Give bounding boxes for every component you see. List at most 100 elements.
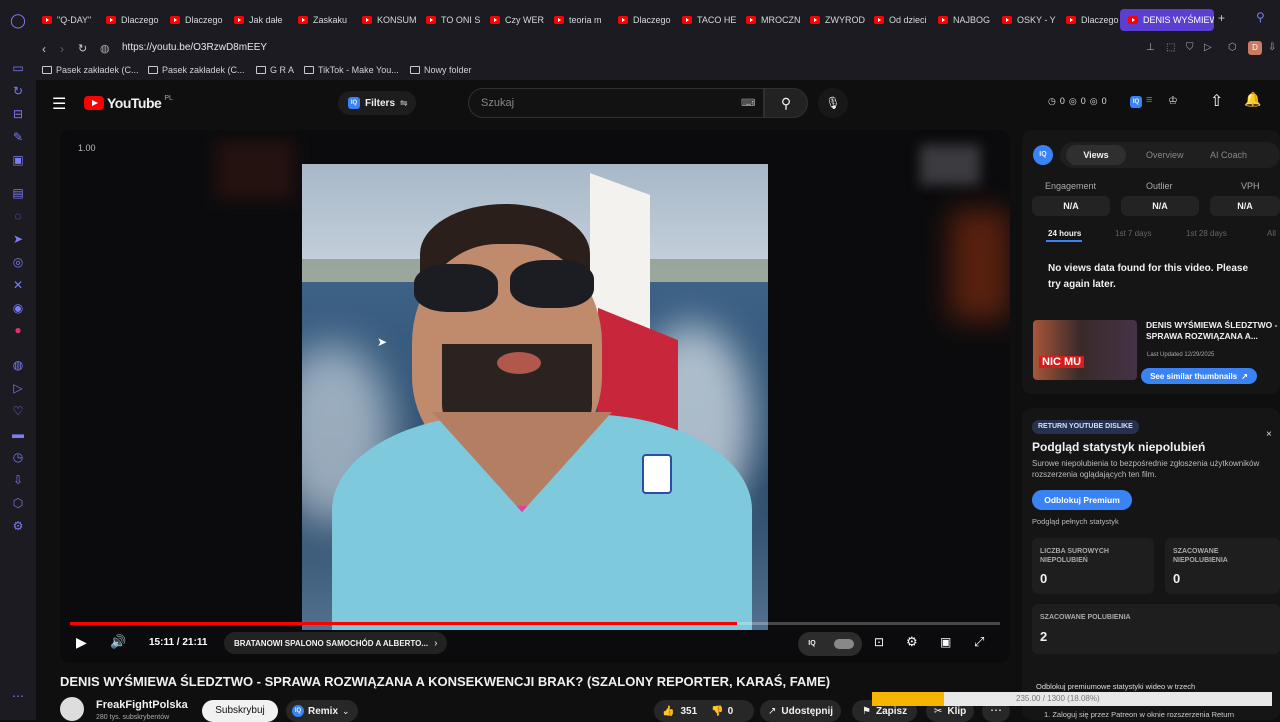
browser-tab[interactable]: ZWYROD [810,9,872,31]
browser-tab[interactable]: Zaskaku [298,9,360,31]
spotify-icon[interactable]: ◍ [10,357,26,373]
browser-tab[interactable]: Dlaczego [170,9,232,31]
upload-icon[interactable]: ⇧ [1210,91,1223,111]
player-icon[interactable]: ▷ [10,380,26,396]
shield-icon[interactable]: ⛉ [1186,42,1194,53]
music-app-icon[interactable]: ● [10,322,26,338]
browser-tab[interactable]: Czy WER [490,9,552,31]
bookmark-item[interactable]: Nowy folder [410,65,472,75]
twitch-icon[interactable]: ▤ [10,185,26,201]
browser-tab[interactable]: OSKY - Y [1002,9,1064,31]
browser-tab[interactable]: Od dzieci [874,9,936,31]
browser-tab[interactable]: KONSUM [362,9,424,31]
wallet-icon[interactable]: ▬ [10,426,26,442]
browser-tab[interactable]: teoria m [554,9,616,31]
autoplay-toggle[interactable] [834,639,854,649]
bookmark-item[interactable]: Pasek zakładek (C... [148,65,245,75]
search-input[interactable]: Szukaj ⌨ [468,88,764,118]
pin-icon[interactable]: ⊥ [1146,42,1155,53]
bookmark-item[interactable]: TikTok - Make You... [304,65,399,75]
range-28d[interactable]: 1st 28 days [1186,229,1227,238]
voice-search-button[interactable]: 🎙 [818,88,848,118]
new-tab-button[interactable]: + [1218,11,1225,25]
bookmark-item[interactable]: G R A [256,65,294,75]
volume-button[interactable]: 🔊 [110,634,126,650]
youtube-logo[interactable]: YouTube PL [84,95,173,111]
messenger-icon[interactable]: ◌ [10,208,26,224]
video-player[interactable]: 1.00 ➤ ▶ 🔊 15:11 / 21:11 BRATANOWI SPALO… [60,130,1010,663]
pencil-icon[interactable]: ✎ [10,129,26,145]
range-7d[interactable]: 1st 7 days [1115,229,1151,238]
filters-button[interactable]: IQ Filters ⇋ [338,91,416,115]
browser-tab[interactable]: Dlaczego [106,9,168,31]
browser-tab[interactable]: TO ONI S [426,9,488,31]
full-stats-link[interactable]: Podgląd pełnych statystyk [1032,517,1119,526]
opera-logo-icon[interactable]: ◯ [10,12,26,28]
discord-icon[interactable]: ◉ [10,300,26,316]
browser-tab[interactable]: Dlaczego [1066,9,1128,31]
vidiq-header-icon[interactable]: IQ [1130,96,1142,108]
menu-icon[interactable]: ☰ [52,94,66,114]
history-icon[interactable]: ◷ [10,449,26,465]
subscribe-button[interactable]: Subskrybuj [202,700,278,722]
bag-icon[interactable]: ⊟ [10,106,26,122]
trophy-icon[interactable]: ♔ [1168,94,1178,107]
video-frame[interactable] [302,164,768,630]
progress-track[interactable] [70,622,1000,625]
close-icon[interactable]: × [1266,429,1272,440]
related-thumbnail[interactable]: NIC MU [1033,320,1137,380]
browser-tab[interactable]: NAJBOG [938,9,1000,31]
search-button[interactable]: ⚲ [764,88,808,118]
channel-avatar[interactable] [60,697,84,721]
telegram-icon[interactable]: ➤ [10,231,26,247]
browser-tab[interactable]: MROCZN [746,9,808,31]
tab-active[interactable]: DENIS WYŚMIEW [1120,9,1214,31]
url-field[interactable]: https://youtu.be/O3RzwD8mEEY [122,42,267,53]
browser-tab[interactable]: "Q-DAY" [42,9,104,31]
share-button[interactable]: ↗ Udostępnij [760,700,842,722]
like-icon[interactable]: 👍 [662,706,674,717]
x-icon[interactable]: ✕ [10,277,26,293]
see-similar-button[interactable]: See similar thumbnails ↗ [1141,368,1257,384]
settings-gear-icon[interactable]: ⚙ [906,634,918,650]
fullscreen-icon[interactable]: ⤢ [974,634,984,650]
profile-avatar[interactable]: D [1248,41,1262,55]
messenger-m-icon[interactable]: ▣ [10,152,26,168]
browser-tab[interactable]: TACO HE [682,9,744,31]
browser-tab[interactable]: Jak dałe [234,9,296,31]
chapter-button[interactable]: BRATANOWI SPALONO SAMOCHÓD A ALBERTO... … [224,632,448,654]
keyboard-icon[interactable]: ⌨ [741,98,755,109]
range-24h[interactable]: 24 hours [1048,229,1081,238]
snapshot-icon[interactable]: ⬚ [1166,42,1175,53]
channel-name[interactable]: FreakFightPolska [96,699,188,711]
extensions-icon[interactable]: ⬡ [10,495,26,511]
instagram-icon[interactable]: ◎ [10,254,26,270]
subtitles-icon[interactable]: ⊡ [874,635,884,649]
aria-icon[interactable]: ▭ [10,60,26,76]
extensions-bar-icon[interactable]: ⬡ [1228,42,1237,53]
tab-ai-coach[interactable]: AI Coach [1210,150,1247,160]
vidiq-player-icon[interactable]: IQ [806,638,818,650]
play-ext-icon[interactable]: ▷ [1204,42,1212,53]
download-icon[interactable]: ⇩ [1268,42,1276,53]
reload-icon[interactable]: ↻ [78,42,87,55]
downloads-icon[interactable]: ⇩ [10,472,26,488]
list-icon[interactable]: ≡ [1146,94,1152,106]
tab-overview[interactable]: Overview [1146,150,1184,160]
bell-icon[interactable]: 🔔 [1244,91,1261,108]
miniplayer-icon[interactable]: ▣ [940,635,951,649]
heart-icon[interactable]: ♡ [10,403,26,419]
settings-icon[interactable]: ⚙ [10,518,26,534]
forward-icon[interactable]: › [60,42,64,56]
bookmark-item[interactable]: Pasek zakładek (C... [42,65,139,75]
refresh-sidebar-icon[interactable]: ↻ [10,83,26,99]
dislike-icon[interactable]: 👎 [711,706,723,717]
play-button[interactable]: ▶ [76,634,87,651]
remix-button[interactable]: IQ Remix ⌄ [286,700,358,722]
tab-views[interactable]: Views [1066,145,1126,165]
tab-search-icon[interactable]: ⚲ [1256,10,1265,24]
browser-tab[interactable]: Dlaczego [618,9,680,31]
back-icon[interactable]: ‹ [42,42,46,56]
range-all[interactable]: All [1267,229,1276,238]
more-icon[interactable]: ⋯ [10,688,26,704]
